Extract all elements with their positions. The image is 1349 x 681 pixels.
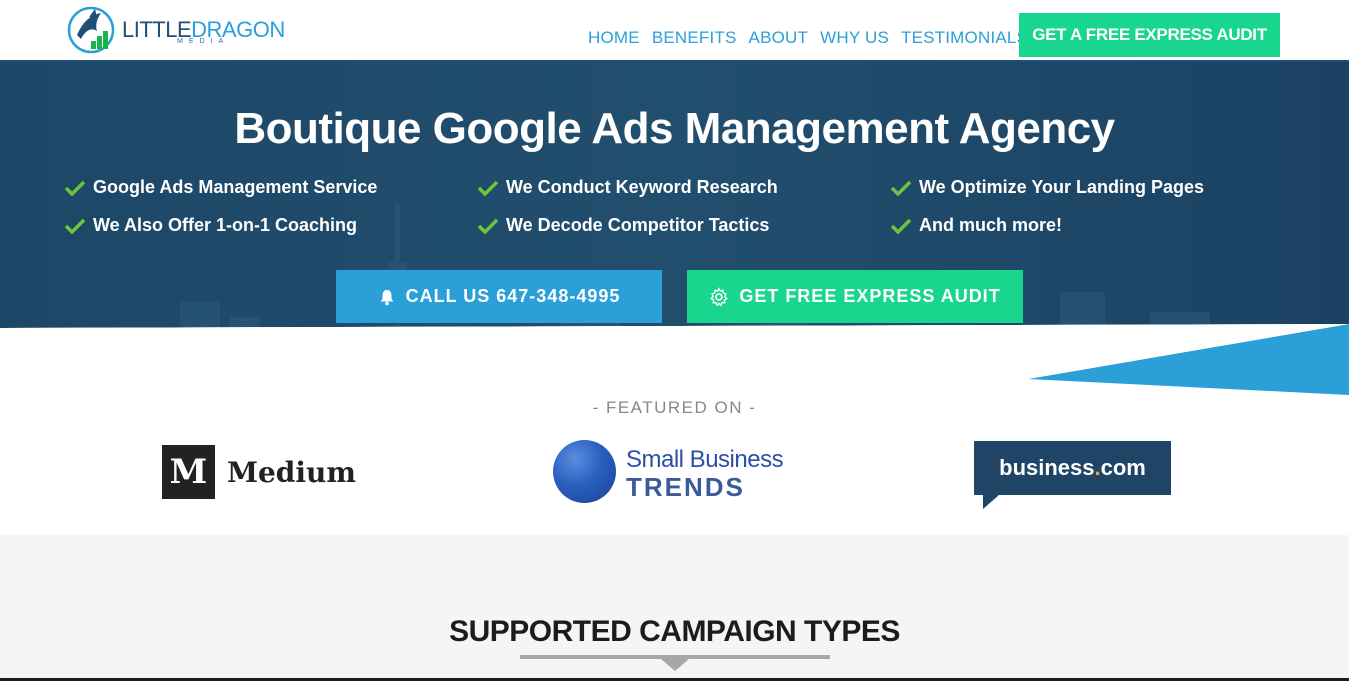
business-com-logo[interactable]: business. com xyxy=(974,441,1171,495)
speech-bubble-tail xyxy=(983,495,999,509)
nav-home[interactable]: HOME xyxy=(588,28,640,48)
supported-title: SUPPORTED CAMPAIGN TYPES xyxy=(449,615,900,648)
nav-about[interactable]: ABOUT xyxy=(749,28,809,48)
sbt-line2: TRENDS xyxy=(626,472,745,502)
nav-benefits[interactable]: BENEFITS xyxy=(652,28,737,48)
checkmark-icon xyxy=(65,180,85,196)
sbt-line1: Small Business xyxy=(626,446,784,473)
feature-item: We Decode Competitor Tactics xyxy=(478,215,769,236)
checkmark-icon xyxy=(478,218,498,234)
checkmark-icon xyxy=(891,218,911,234)
featured-on-label: - FEATURED ON - xyxy=(592,398,757,417)
bell-icon xyxy=(380,289,394,305)
medium-wordmark: Medium xyxy=(227,455,357,489)
globe-icon xyxy=(553,440,616,503)
dragon-logo-icon xyxy=(67,6,115,54)
logo[interactable]: LITTLEDRAGON MEDIA xyxy=(67,5,285,55)
nav-testimonials[interactable]: TESTIMONIALS xyxy=(901,28,1028,48)
checkmark-icon xyxy=(65,218,85,234)
medium-logo[interactable]: M Medium xyxy=(162,445,356,499)
call-us-button[interactable]: CALL US 647-348-4995 xyxy=(336,270,662,323)
feature-item: We Optimize Your Landing Pages xyxy=(891,177,1204,198)
feature-item: We Also Offer 1-on-1 Coaching xyxy=(65,215,357,236)
feature-item: We Conduct Keyword Research xyxy=(478,177,778,198)
hero-section: Boutique Google Ads Management Agency Go… xyxy=(0,62,1349,402)
title-caret xyxy=(661,659,689,671)
free-audit-button[interactable]: GET FREE EXPRESS AUDIT xyxy=(687,270,1023,323)
nav-free-audit-button[interactable]: GET A FREE EXPRESS AUDIT xyxy=(1019,13,1280,57)
medium-mark: M xyxy=(162,445,215,499)
checkmark-icon xyxy=(478,180,498,196)
main-nav: HOME BENEFITS ABOUT WHY US TESTIMONIALS xyxy=(588,28,1028,48)
feature-item: And much more! xyxy=(891,215,1062,236)
site-header: LITTLEDRAGON MEDIA HOME BENEFITS ABOUT W… xyxy=(0,0,1349,62)
logo-subtitle: MEDIA xyxy=(177,38,230,45)
checkmark-icon xyxy=(891,180,911,196)
hero-title: Boutique Google Ads Management Agency xyxy=(234,104,1115,153)
nav-why-us[interactable]: WHY US xyxy=(820,28,889,48)
feature-item: Google Ads Management Service xyxy=(65,177,377,198)
gear-icon xyxy=(710,286,729,307)
supported-section: SUPPORTED CAMPAIGN TYPES xyxy=(0,535,1349,681)
